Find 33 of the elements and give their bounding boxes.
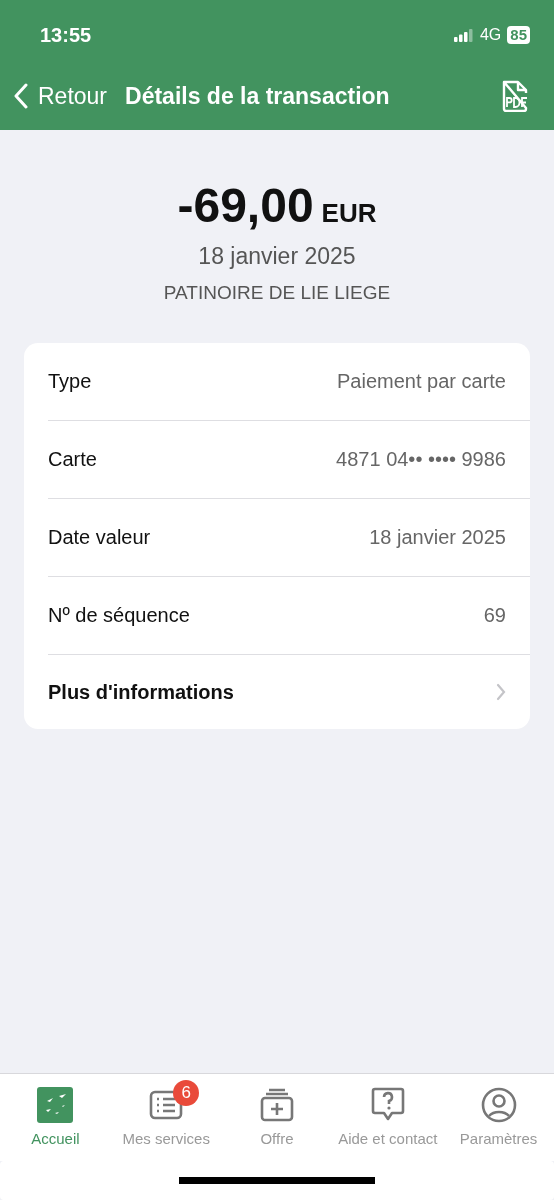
chevron-right-icon — [496, 683, 506, 701]
tab-item[interactable]: Accueil — [0, 1076, 111, 1161]
transaction-date: 18 janvier 2025 — [198, 243, 356, 270]
help-bubble-icon — [370, 1087, 405, 1123]
detail-label: Carte — [48, 448, 97, 471]
list-icon — [149, 1090, 184, 1120]
card-stack-icon — [260, 1088, 294, 1122]
merchant-name: PATINOIRE DE LIE LIEGE — [163, 282, 391, 304]
signal-icon — [453, 28, 474, 42]
birds-logo-icon — [37, 1087, 74, 1123]
tab-item[interactable]: Paramètres — [443, 1076, 554, 1161]
profile-icon — [480, 1087, 517, 1123]
network-label: 4G — [479, 26, 502, 44]
back-button[interactable]: Retour — [14, 82, 108, 110]
pdf-icon[interactable] — [500, 80, 530, 112]
detail-label: Type — [48, 370, 92, 393]
tab-item[interactable]: Aide et contact — [332, 1076, 444, 1161]
battery-level: 85 — [507, 26, 530, 44]
tab-item[interactable]: 6 Mes services — [110, 1076, 222, 1161]
detail-value: 18 janvier 2025 — [369, 526, 506, 549]
tab-item[interactable]: Offre — [221, 1076, 333, 1161]
transaction-amount: -69,00 — [177, 178, 314, 233]
notification-badge: 6 — [173, 1080, 200, 1106]
screen-title: Détails de la transaction — [125, 82, 391, 110]
status-time: 13:55 — [40, 23, 92, 47]
more-info-link[interactable]: Plus d'informations — [48, 655, 530, 729]
detail-value: 69 — [483, 604, 506, 627]
currency-label: EUR — [321, 198, 377, 229]
detail-value: Paiement par carte — [337, 370, 506, 393]
back-chevron-icon — [14, 83, 28, 109]
detail-label: Nº de séquence — [48, 604, 190, 627]
detail-value: 4871 04•• •••• 9986 — [336, 448, 506, 471]
detail-label: Date valeur — [48, 526, 151, 549]
